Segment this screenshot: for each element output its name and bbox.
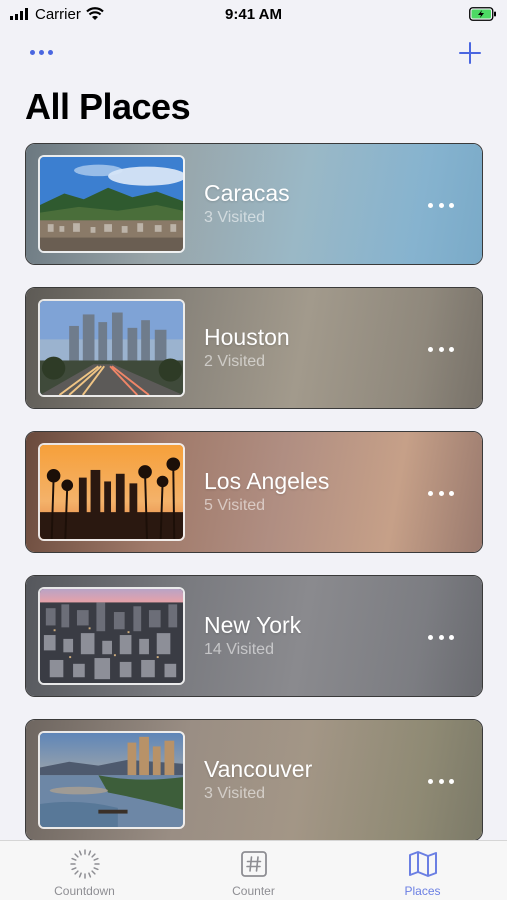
place-card-new-york[interactable]: New York 14 Visited bbox=[25, 575, 483, 697]
ellipsis-dot bbox=[47, 49, 53, 55]
status-right bbox=[469, 7, 497, 21]
place-photo-houston bbox=[38, 299, 185, 397]
ellipsis-icon bbox=[428, 490, 433, 496]
ellipsis-icon bbox=[428, 634, 433, 640]
status-bar: Carrier 9:41 AM bbox=[0, 0, 507, 28]
page-title: All Places bbox=[25, 86, 191, 127]
tab-label: Countdown bbox=[54, 884, 115, 898]
ellipsis-dot bbox=[438, 346, 444, 352]
place-card-caracas[interactable]: Caracas 3 Visited bbox=[25, 143, 483, 265]
tab-countdown[interactable]: Countdown bbox=[0, 841, 169, 900]
place-visited-count: 14 Visited bbox=[204, 641, 274, 658]
ellipsis-icon bbox=[428, 778, 433, 784]
hash-icon bbox=[240, 851, 267, 877]
place-name: Caracas bbox=[204, 180, 290, 206]
ellipsis-dot bbox=[438, 778, 444, 784]
tab-label: Places bbox=[404, 884, 441, 898]
place-card-vancouver[interactable]: Vancouver 3 Visited bbox=[25, 719, 483, 841]
ellipsis-dot bbox=[449, 778, 454, 784]
more-options-button[interactable] bbox=[24, 40, 58, 64]
signal-icon bbox=[10, 8, 28, 20]
place-name: Houston bbox=[204, 324, 290, 350]
tab-places[interactable]: Places bbox=[338, 841, 507, 900]
wifi-icon bbox=[86, 7, 104, 20]
battery-charging-icon bbox=[469, 7, 496, 21]
place-visited-count: 5 Visited bbox=[204, 497, 266, 514]
tab-label: Counter bbox=[232, 884, 275, 898]
tab-bar: Countdown Counter Places bbox=[0, 840, 507, 900]
ellipsis-dot bbox=[438, 490, 444, 496]
place-name: Los Angeles bbox=[204, 468, 330, 494]
ellipsis-dot bbox=[449, 346, 454, 352]
ellipsis-icon bbox=[428, 202, 433, 208]
place-options-button[interactable] bbox=[428, 630, 454, 644]
place-name: New York bbox=[204, 612, 302, 638]
countdown-icon bbox=[69, 849, 100, 879]
carrier-label: Carrier bbox=[35, 5, 81, 23]
plus-icon bbox=[459, 42, 481, 64]
place-visited-count: 3 Visited bbox=[204, 209, 266, 226]
ellipsis-dot bbox=[38, 49, 44, 55]
place-visited-count: 2 Visited bbox=[204, 353, 266, 370]
place-options-button[interactable] bbox=[428, 486, 454, 500]
nav-bar bbox=[0, 34, 507, 74]
tab-counter[interactable]: Counter bbox=[169, 841, 338, 900]
ellipsis-dot bbox=[449, 634, 454, 640]
place-photo-vancouver bbox=[38, 731, 185, 829]
status-left: Carrier bbox=[10, 6, 104, 23]
place-photo-los-angeles bbox=[38, 443, 185, 541]
place-options-button[interactable] bbox=[428, 342, 454, 356]
place-options-button[interactable] bbox=[428, 198, 454, 212]
add-place-button[interactable] bbox=[457, 40, 483, 66]
place-card-houston[interactable]: Houston 2 Visited bbox=[25, 287, 483, 409]
ellipsis-dot bbox=[438, 202, 444, 208]
ellipsis-icon bbox=[428, 346, 433, 352]
ellipsis-dot bbox=[438, 634, 444, 640]
map-icon bbox=[408, 851, 437, 877]
places-list: Caracas 3 Visited Houston 2 Visited Los … bbox=[25, 143, 483, 863]
place-options-button[interactable] bbox=[428, 774, 454, 788]
place-visited-count: 3 Visited bbox=[204, 785, 266, 802]
place-photo-caracas bbox=[38, 155, 185, 253]
place-name: Vancouver bbox=[204, 756, 313, 782]
ellipsis-dot bbox=[449, 490, 454, 496]
place-card-los-angeles[interactable]: Los Angeles 5 Visited bbox=[25, 431, 483, 553]
ellipsis-icon bbox=[29, 49, 35, 55]
place-photo-new-york bbox=[38, 587, 185, 685]
ellipsis-dot bbox=[449, 202, 454, 208]
